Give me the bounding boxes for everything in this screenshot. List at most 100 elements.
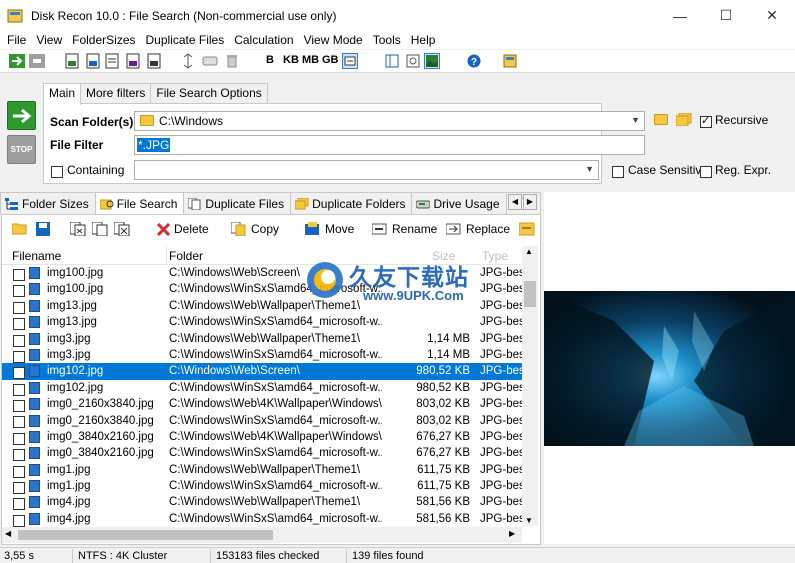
help-icon[interactable]: ?: [466, 53, 482, 69]
table-row[interactable]: img13.jpg C:\Windows\WinSxS\amd64_microso…: [2, 314, 524, 331]
more-actions-button[interactable]: [519, 222, 535, 236]
stop-small-icon[interactable]: [29, 53, 45, 69]
table-row[interactable]: img1.jpg C:\Windows\WinSxS\amd64_microsof…: [2, 478, 524, 495]
scroll-left-icon[interactable]: ◀: [5, 529, 11, 538]
file-filter-combo[interactable]: *.JPG: [134, 135, 645, 155]
export-xls-icon[interactable]: [85, 53, 101, 69]
table-row[interactable]: img0_3840x2160.jpg C:\Windows\Web\4K\Wall…: [2, 429, 524, 445]
containing-combo[interactable]: ▼: [134, 160, 599, 180]
replace-button[interactable]: Replace: [446, 222, 510, 236]
checkbox-icon: [700, 165, 712, 178]
case-sensitive-checkbox[interactable]: [612, 164, 624, 178]
row-filename: img4.jpg: [47, 512, 91, 525]
row-type: JPG-best: [480, 365, 524, 378]
scroll-down-icon[interactable]: ▼: [525, 516, 533, 525]
open-folder-button[interactable]: [12, 222, 28, 235]
copy-button[interactable]: Copy: [231, 222, 279, 236]
copy-label: Copy: [251, 222, 280, 236]
column-divider[interactable]: [166, 246, 167, 265]
table-row[interactable]: img1.jpg C:\Windows\Web\Wallpaper\Theme1\…: [2, 462, 524, 478]
table-row[interactable]: img0_2160x3840.jpg C:\Windows\Web\4K\Wall…: [2, 396, 524, 413]
trash-icon[interactable]: [224, 53, 240, 69]
export-csv-icon[interactable]: [125, 53, 141, 69]
horizontal-scroll-thumb[interactable]: [18, 530, 273, 540]
duplicate-folders-icon: [294, 197, 309, 210]
image-file-icon: [29, 299, 40, 312]
table-row[interactable]: img102.jpg C:\Windows\Web\Screen\ 980,52 K…: [2, 363, 524, 380]
go-small-icon[interactable]: [9, 53, 25, 69]
row-type: JPG-best: [480, 332, 524, 345]
unit-mb-button[interactable]: MB: [302, 54, 319, 66]
tab-folder-sizes[interactable]: Folder Sizes: [0, 192, 96, 214]
menu-foldersizes[interactable]: FolderSizes: [67, 33, 140, 47]
scan-folder-combo[interactable]: C:\Windows ▼: [134, 111, 645, 131]
add-folder-button[interactable]: [675, 112, 692, 129]
sort-icon[interactable]: [180, 53, 196, 69]
scroll-up-icon[interactable]: ▲: [525, 247, 533, 256]
reg-expr-checkbox[interactable]: [700, 164, 712, 178]
tab-main[interactable]: Main: [43, 83, 82, 105]
image-preview-icon[interactable]: [424, 53, 440, 69]
unit-b-button[interactable]: B: [266, 54, 274, 66]
minimize-button[interactable]: —: [657, 0, 703, 31]
table-row[interactable]: img4.jpg C:\Windows\Web\Wallpaper\Theme1\…: [2, 494, 524, 511]
containing-checkbox[interactable]: [51, 164, 63, 178]
export-html-icon[interactable]: [146, 53, 162, 69]
about-icon[interactable]: [502, 53, 518, 69]
unit-gb-button[interactable]: GB: [322, 54, 339, 66]
scroll-right-icon[interactable]: ▶: [509, 529, 515, 538]
stop-scan-button[interactable]: STOP: [7, 135, 36, 164]
start-scan-button[interactable]: [7, 101, 36, 130]
browse-folder-button[interactable]: [654, 114, 668, 128]
tabs-scroll-right-button[interactable]: ▶: [523, 194, 537, 210]
image-file-icon: [29, 512, 40, 525]
auto-unit-icon[interactable]: [342, 53, 358, 69]
delete-button[interactable]: Delete: [157, 222, 209, 236]
row-folder: C:\Windows\Web\Wallpaper\Theme1\: [169, 332, 361, 345]
unit-kb-button[interactable]: KB: [283, 54, 299, 66]
select-all-button[interactable]: [92, 222, 108, 236]
preview-icon[interactable]: [405, 53, 421, 69]
checkbox-checked-icon: [700, 114, 712, 128]
table-row[interactable]: img3.jpg C:\Windows\Web\Wallpaper\Theme1\…: [2, 331, 524, 347]
horizontal-scrollbar[interactable]: ◀ ▶: [2, 527, 522, 543]
select-files-button[interactable]: [70, 222, 86, 236]
status-divider: [210, 549, 211, 563]
menu-duplicate-files[interactable]: Duplicate Files: [141, 33, 230, 47]
menu-tools[interactable]: Tools: [368, 33, 406, 47]
table-row[interactable]: img0_2160x3840.jpg C:\Windows\WinSxS\amd6…: [2, 413, 524, 429]
menu-view[interactable]: View: [31, 33, 67, 47]
menu-view-mode[interactable]: View Mode: [299, 33, 368, 47]
panel-view-icon[interactable]: [384, 53, 400, 69]
tab-drive-usage[interactable]: Drive Usage: [411, 192, 507, 214]
menu-help[interactable]: Help: [406, 33, 441, 47]
tab-file-search[interactable]: File Search: [94, 192, 185, 214]
menu-calculation[interactable]: Calculation: [229, 33, 298, 47]
tab-file-search-options[interactable]: File Search Options: [150, 83, 268, 104]
status-bar: 3,55 s NTFS : 4K Cluster 153183 files ch…: [0, 547, 795, 563]
recursive-checkbox[interactable]: [700, 114, 712, 128]
tab-duplicate-files[interactable]: Duplicate Files: [183, 192, 292, 214]
rename-button[interactable]: Rename: [372, 222, 437, 236]
table-row[interactable]: img3.jpg C:\Windows\WinSxS\amd64_microsof…: [2, 347, 524, 363]
table-row[interactable]: img102.jpg C:\Windows\WinSxS\amd64_micros…: [2, 380, 524, 396]
export-icon[interactable]: [64, 53, 80, 69]
deselect-button[interactable]: [114, 222, 130, 236]
move-button[interactable]: Move: [305, 222, 354, 236]
duplicate-files-icon: [187, 197, 201, 210]
tabs-scroll-left-button[interactable]: ◀: [508, 194, 522, 210]
drive-icon[interactable]: [202, 53, 218, 69]
column-filename[interactable]: Filename: [12, 249, 61, 263]
arrow-right-icon: [12, 108, 31, 123]
column-folder[interactable]: Folder: [169, 249, 203, 263]
close-button[interactable]: ✕: [749, 0, 795, 31]
tab-more-filters[interactable]: More filters: [80, 83, 152, 104]
maximize-button[interactable]: ☐: [703, 0, 749, 31]
tab-duplicate-folders[interactable]: Duplicate Folders: [290, 192, 413, 214]
menu-file[interactable]: File: [2, 33, 31, 47]
vertical-scroll-thumb[interactable]: [524, 281, 536, 307]
save-button[interactable]: [36, 222, 50, 236]
table-row[interactable]: img4.jpg C:\Windows\WinSxS\amd64_microsof…: [2, 511, 524, 527]
export-txt-icon[interactable]: [104, 53, 120, 69]
table-row[interactable]: img0_3840x2160.jpg C:\Windows\WinSxS\amd6…: [2, 445, 524, 462]
